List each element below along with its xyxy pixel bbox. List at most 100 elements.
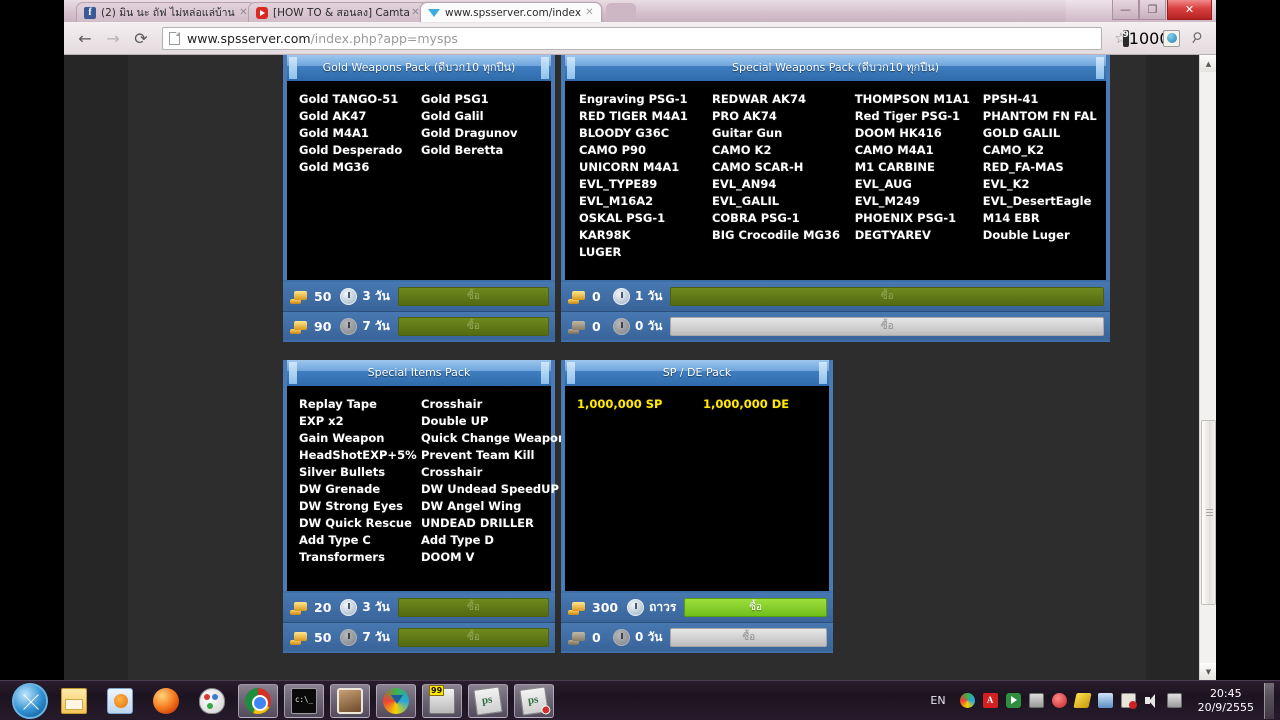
buy-button[interactable]: ซื้อ: [670, 287, 1104, 306]
coin-icon: [289, 319, 309, 334]
start-button[interactable]: [12, 682, 48, 719]
taskbar-firefox[interactable]: [146, 684, 186, 718]
duration-value: 0 วัน: [635, 318, 663, 333]
duration-value: 0 วัน: [635, 629, 663, 644]
scroll-down-icon[interactable]: ▼: [1200, 663, 1216, 680]
network-icon[interactable]: [1028, 693, 1044, 708]
buy-button[interactable]: ซื้อ: [397, 316, 549, 336]
taskbar-cmd[interactable]: [284, 683, 324, 718]
list-item: DW Strong Eyes: [299, 499, 404, 513]
coin-icon: [289, 630, 309, 645]
list-item: LUGER: [579, 245, 622, 259]
taskbar: 99 EN A 20:45 20/9/2555: [0, 680, 1280, 720]
minimize-button[interactable]: —: [1112, 0, 1139, 20]
panel-items: Engraving PSG-1 RED TIGER M4A1 BLOODY G3…: [565, 81, 1106, 280]
media-player-icon: [107, 687, 133, 714]
card-icon[interactable]: [1166, 693, 1182, 708]
list-item: Add Type C: [299, 533, 371, 547]
panel-title: Gold Weapons Pack (ดีบวก10 ทุกปืน): [287, 55, 551, 81]
list-item: Gold MG36: [299, 160, 370, 174]
buy-button[interactable]: ซื้อ: [397, 287, 549, 306]
taskbar-photoshop-a[interactable]: [468, 683, 508, 718]
clock-date: 20/9/2555: [1197, 700, 1254, 714]
buy-row: 0 0 วัน ซื้อ: [561, 311, 1110, 340]
vertical-scrollbar[interactable]: ▲ ▼: [1199, 55, 1216, 680]
clock-icon: [627, 599, 645, 616]
picture-icon: [337, 687, 363, 714]
url-host: www.spsserver.com: [187, 30, 311, 46]
buy-button[interactable]: ซื้อ: [397, 598, 549, 617]
clock-icon: [340, 288, 358, 305]
buy-button[interactable]: ซื้อ: [670, 316, 1104, 336]
buy-row: 20 3 วัน ซื้อ: [283, 593, 555, 622]
taskbar-chrome[interactable]: [238, 683, 278, 718]
reload-button[interactable]: ⟳: [128, 25, 154, 51]
scrollbar-thumb[interactable]: [1201, 420, 1216, 605]
close-window-button[interactable]: ✕: [1167, 0, 1212, 20]
monitor-badge: 99: [429, 684, 445, 696]
lightning-icon[interactable]: [1072, 693, 1092, 708]
duration-value: 3 วัน: [362, 600, 390, 614]
panel-sp-de-pack: SP / DE Pack 1,000,000 SP 1,000,000 DE: [561, 360, 833, 591]
idm-tray-icon[interactable]: [959, 693, 975, 708]
wrench-icon: ⚲: [1187, 28, 1205, 48]
taskbar-photo-viewer[interactable]: [330, 683, 370, 718]
chrome-menu-button[interactable]: ⚲: [1184, 26, 1208, 50]
tool-icon[interactable]: [1051, 693, 1067, 708]
price-value: 50: [314, 629, 332, 645]
shop-grid: Gold Weapons Pack (ดีบวก10 ทุกปืน) Gold …: [283, 55, 1110, 655]
site-icon: [428, 7, 440, 19]
list-item: Silver Bullets: [299, 465, 386, 479]
taskbar-idm[interactable]: [376, 683, 416, 718]
list-item: EVL_TYPE89: [579, 177, 658, 191]
acrobat-icon[interactable]: A: [982, 693, 998, 708]
taskbar-media-player[interactable]: [100, 684, 140, 718]
taskbar-paint[interactable]: [192, 684, 232, 718]
buy-row: 0 0 วัน ซื้อ: [561, 622, 833, 651]
price-value: 300: [592, 600, 619, 615]
browser-tab-0[interactable]: f (2) มิน นะ ถัฟ ไม่หล่อแล่บ้าน ✕: [76, 2, 256, 22]
buy-button[interactable]: ซื้อ: [397, 627, 549, 647]
browser-tab-2[interactable]: www.spsserver.com/index ✕: [420, 2, 602, 22]
taskbar-photoshop-b[interactable]: [514, 683, 554, 718]
duration-value: 3 วัน: [362, 289, 390, 303]
list-item: EVL_M249: [854, 194, 921, 208]
list-item: DW Undead SpeedUP: [421, 482, 559, 496]
scroll-up-icon[interactable]: ▲: [1200, 55, 1216, 72]
browser-tab-1[interactable]: [HOW TO & สอนลง] Camta ✕: [248, 2, 428, 22]
list-item: RED_FA-MAS: [982, 160, 1064, 174]
globe-icon: [1162, 29, 1180, 47]
buy-row: 50 7 วัน ซื้อ: [283, 622, 555, 651]
address-bar[interactable]: www.spsserver.com/index.php?app=mysps: [162, 26, 1102, 50]
item-column: THOMPSON M1A1 Red Tiger PSG-1 DOOM HK416…: [855, 91, 983, 272]
maximize-button[interactable]: ❐: [1139, 0, 1166, 20]
back-button[interactable]: ←: [72, 25, 98, 51]
media-player-tray-icon[interactable]: [1005, 693, 1021, 708]
volume-icon[interactable]: [1144, 693, 1159, 708]
language-indicator[interactable]: EN: [930, 694, 945, 707]
extension-button[interactable]: 9 1000: [1122, 26, 1170, 50]
taskbar-monitor-tool[interactable]: 99: [422, 683, 462, 718]
extension-two-button[interactable]: [1159, 26, 1183, 50]
flag-icon[interactable]: [1120, 693, 1137, 709]
close-icon[interactable]: ✕: [584, 7, 595, 18]
buy-button[interactable]: ซื้อ: [684, 598, 827, 617]
list-item: CAMO SCAR-H: [711, 160, 804, 174]
forward-button[interactable]: →: [100, 25, 126, 51]
clock[interactable]: 20:45 20/9/2555: [1198, 687, 1254, 715]
list-item: Gold TANGO-51: [299, 92, 399, 106]
duration-value: 7 วัน: [362, 629, 390, 644]
show-desktop-button[interactable]: [1264, 682, 1274, 719]
taskbar-explorer[interactable]: [54, 684, 94, 718]
list-item: M14 EBR: [982, 211, 1040, 225]
chrome-icon: [245, 687, 271, 714]
new-tab-button[interactable]: [606, 3, 636, 21]
coin-icon: [289, 289, 309, 304]
list-item: KAR98K: [579, 228, 631, 242]
buy-button[interactable]: ซื้อ: [670, 627, 827, 647]
printer-icon[interactable]: [1097, 693, 1113, 708]
list-item: REDWAR AK74: [711, 92, 806, 106]
item-column: REDWAR AK74 PRO AK74 Guitar Gun CAMO K2 …: [712, 91, 855, 272]
list-item: Gold PSG1: [421, 92, 489, 106]
photoshop-rec-icon: [519, 685, 551, 716]
